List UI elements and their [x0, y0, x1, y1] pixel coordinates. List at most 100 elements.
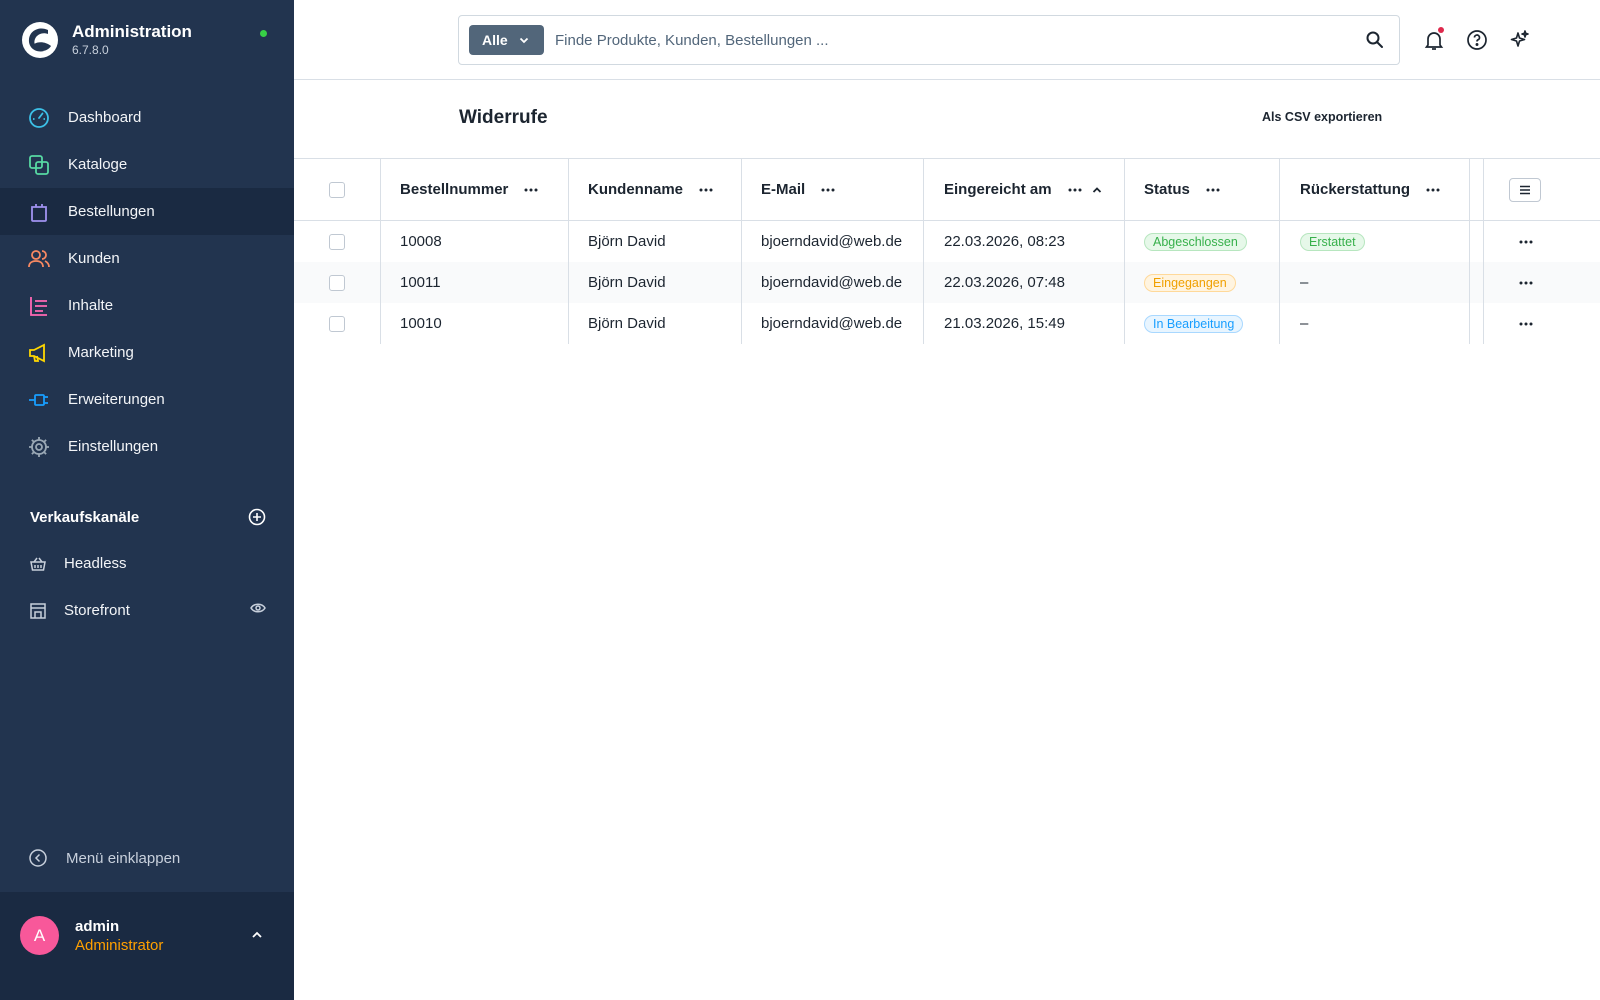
email-cell: bjoerndavid@web.de: [761, 274, 903, 291]
sidebar-item-dashboard[interactable]: Dashboard: [0, 94, 294, 141]
row-actions-icon[interactable]: [1519, 262, 1533, 303]
column-divider: [1469, 221, 1470, 262]
sales-channel-storefront[interactable]: Storefront: [0, 587, 294, 634]
sidebar-item-label: Erweiterungen: [68, 391, 165, 408]
sidebar-item-erweiterungen[interactable]: Erweiterungen: [0, 376, 294, 423]
row-checkbox[interactable]: [329, 274, 345, 291]
sidebar-item-label: Kunden: [68, 250, 120, 267]
table-header: Bestellnummer Kundenname E-Mail Eingerei…: [294, 158, 1600, 221]
export-csv-button[interactable]: Als CSV exportieren: [1262, 110, 1382, 124]
column-header-email[interactable]: E-Mail: [761, 159, 835, 220]
column-options-icon[interactable]: [1426, 188, 1440, 192]
add-sales-channel-icon[interactable]: [248, 508, 266, 526]
column-options-icon[interactable]: [1206, 188, 1220, 192]
column-divider: [1124, 262, 1125, 303]
column-header-status[interactable]: Status: [1144, 159, 1220, 220]
column-divider: [923, 159, 924, 220]
column-settings-button[interactable]: [1509, 177, 1541, 202]
column-divider: [741, 303, 742, 344]
notification-dot: [1438, 27, 1444, 33]
sidebar-item-label: Dashboard: [68, 109, 142, 126]
ai-sparkle-icon[interactable]: [1506, 26, 1534, 54]
search-input[interactable]: [555, 28, 1345, 52]
status-cell: In Bearbeitung: [1144, 303, 1244, 344]
row-actions-icon[interactable]: [1519, 303, 1533, 344]
sidebar-item-kunden[interactable]: Kunden: [0, 235, 294, 282]
submitted-at-cell: 21.03.2026, 15:49: [944, 315, 1065, 332]
table-row[interactable]: 10010 Björn David bjoerndavid@web.de 21.…: [294, 303, 1600, 344]
row-select-cell: [329, 262, 345, 303]
search-type-select[interactable]: Alle: [469, 25, 544, 55]
page-title: Widerrufe: [459, 107, 548, 128]
row-checkbox[interactable]: [329, 315, 345, 332]
collapse-menu-button[interactable]: Menü einklappen: [28, 848, 180, 868]
column-divider: [380, 221, 381, 262]
select-all-checkbox[interactable]: [329, 181, 345, 198]
bell-icon[interactable]: [1420, 26, 1448, 54]
column-divider: [1483, 159, 1484, 220]
sidebar-item-label: Inhalte: [68, 297, 114, 314]
row-actions-icon[interactable]: [1519, 221, 1533, 262]
top-actions: [1420, 26, 1549, 54]
status-cell: Eingegangen: [1144, 262, 1236, 303]
column-divider: [568, 303, 569, 344]
status-cell: Abgeschlossen: [1144, 221, 1247, 262]
refund-badge: Erstattet: [1300, 232, 1365, 251]
order-number-cell[interactable]: 10011: [400, 262, 441, 303]
sidebar: Administration 6.7.8.0 Dashboard Katalog…: [0, 0, 294, 1000]
sort-ascending-icon[interactable]: [1092, 186, 1102, 194]
column-header-refund[interactable]: Rückerstattung: [1300, 159, 1440, 220]
sidebar-item-inhalte[interactable]: Inhalte: [0, 282, 294, 329]
sidebar-item-kataloge[interactable]: Kataloge: [0, 141, 294, 188]
column-header-submitted-at[interactable]: Eingereicht am: [944, 159, 1102, 220]
gear-icon: [28, 436, 50, 458]
column-divider: [380, 262, 381, 303]
column-divider: [1279, 262, 1280, 303]
help-icon[interactable]: [1463, 26, 1491, 54]
order-number-cell[interactable]: 10008: [400, 221, 442, 262]
table-row[interactable]: 10008 Björn David bjoerndavid@web.de 22.…: [294, 221, 1600, 262]
column-divider: [1124, 303, 1125, 344]
avatar: A: [20, 916, 59, 955]
eye-icon[interactable]: [250, 601, 266, 618]
submitted-at-cell: 22.03.2026, 07:48: [944, 274, 1065, 291]
chevron-left-circle-icon: [28, 848, 48, 868]
column-divider: [380, 159, 381, 220]
column-settings-cell: [1509, 159, 1541, 220]
online-status-indicator: [260, 30, 267, 37]
app-title: Administration: [72, 22, 192, 41]
column-divider: [1279, 221, 1280, 262]
status-badge: In Bearbeitung: [1144, 314, 1244, 333]
column-divider: [1279, 303, 1280, 344]
status-badge: Abgeschlossen: [1144, 232, 1247, 251]
column-divider: [923, 303, 924, 344]
chevron-up-icon[interactable]: [250, 928, 264, 947]
search-icon[interactable]: [1365, 30, 1385, 50]
sidebar-item-bestellungen[interactable]: Bestellungen: [0, 188, 294, 235]
column-options-icon[interactable]: [821, 188, 835, 192]
sidebar-item-einstellungen[interactable]: Einstellungen: [0, 423, 294, 470]
global-search: Alle: [458, 15, 1400, 65]
users-icon: [28, 248, 50, 270]
table-row[interactable]: 10011 Björn David bjoerndavid@web.de 22.…: [294, 262, 1600, 303]
column-divider: [923, 262, 924, 303]
column-options-icon[interactable]: [699, 188, 713, 192]
row-select-cell: [329, 303, 345, 344]
column-options-icon[interactable]: [1068, 188, 1082, 192]
column-header-customer-name[interactable]: Kundenname: [588, 159, 713, 220]
column-options-icon[interactable]: [524, 188, 538, 192]
column-header-order-number[interactable]: Bestellnummer: [400, 159, 538, 220]
customer-name-cell: Björn David: [588, 315, 666, 332]
user-role: Administrator: [75, 937, 164, 954]
user-panel[interactable]: A admin Administrator: [0, 892, 294, 1000]
column-divider: [568, 221, 569, 262]
submitted-at-cell: 22.03.2026, 08:23: [944, 233, 1065, 250]
row-checkbox[interactable]: [329, 233, 345, 250]
column-divider: [1469, 262, 1470, 303]
sidebar-item-marketing[interactable]: Marketing: [0, 329, 294, 376]
sales-channel-headless[interactable]: Headless: [0, 540, 294, 587]
sidebar-item-label: Kataloge: [68, 156, 128, 173]
email-cell: bjoerndavid@web.de: [761, 233, 903, 250]
order-number-cell[interactable]: 10010: [400, 303, 442, 344]
chevron-down-icon: [518, 34, 530, 46]
